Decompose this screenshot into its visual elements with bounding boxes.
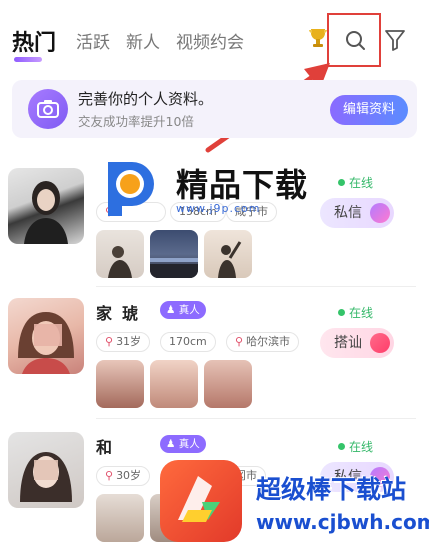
search-icon[interactable] <box>343 28 367 52</box>
user-card[interactable]: 家琥 ♟ 真人 在线 ⚲ 31岁 170cm ⚲ 哈尔滨市 搭讪 <box>0 298 429 430</box>
heart-icon <box>370 333 390 353</box>
gender-icon: ⚲ <box>105 335 114 348</box>
divider <box>96 418 416 419</box>
age-tag: ⚲ 31岁 <box>96 332 151 352</box>
user-name-rest: 琥 <box>122 304 139 323</box>
tab-new[interactable]: 新人 <box>126 28 160 53</box>
user-avatar[interactable] <box>8 432 84 508</box>
user-photo[interactable] <box>150 360 198 408</box>
online-status-label: 在线 <box>349 306 374 320</box>
online-status: 在线 <box>338 304 373 321</box>
tab-hot[interactable]: 热门 <box>12 25 56 57</box>
banner-subtitle: 交友成功率提升10倍 <box>78 114 194 129</box>
person-icon: ♟ <box>166 438 179 450</box>
divider <box>96 286 416 287</box>
watermark-bottom-text: 超级棒下载站 <box>256 475 407 504</box>
user-photo[interactable] <box>96 230 144 278</box>
banner-title: 完善你的个人资料。 <box>78 90 214 108</box>
filter-icon[interactable] <box>384 28 406 52</box>
watermark-bottom-url: www.cjbwh.com <box>256 510 429 534</box>
complete-profile-banner[interactable]: 完善你的个人资料。 交友成功率提升10倍 编辑资料 <box>12 80 417 138</box>
active-tab-indicator <box>14 57 42 62</box>
user-photo[interactable] <box>204 230 252 278</box>
verified-label: 真人 <box>178 304 200 316</box>
watermark-bottom: 超级棒下载站 www.cjbwh.com <box>160 456 429 547</box>
watermark-top-url: www.j9p.com <box>176 202 261 215</box>
online-status: 在线 <box>338 438 373 455</box>
tab-active[interactable]: 活跃 <box>76 28 110 53</box>
verified-badge: ♟ 真人 <box>160 435 206 453</box>
online-dot <box>338 309 345 316</box>
greet-button[interactable]: 搭讪 <box>320 328 394 358</box>
pin-icon: ⚲ <box>235 335 244 348</box>
user-photo[interactable] <box>96 360 144 408</box>
height-tag: 170cm <box>160 332 216 352</box>
user-photo[interactable] <box>150 230 198 278</box>
user-name-first: 家 <box>96 304 113 323</box>
gender-icon: ⚲ <box>105 469 114 482</box>
online-dot <box>338 443 345 450</box>
user-photo[interactable] <box>204 360 252 408</box>
camera-icon <box>28 89 68 129</box>
city-label: 哈尔滨市 <box>246 335 291 348</box>
watermark-top: 精品下载 www.j9p.com <box>100 158 350 216</box>
user-name: 家琥 <box>96 300 138 324</box>
greet-button-label: 搭讪 <box>334 335 362 351</box>
online-status-label: 在线 <box>349 440 374 454</box>
tab-video-date[interactable]: 视频约会 <box>176 28 244 53</box>
edit-profile-button[interactable]: 编辑资料 <box>330 95 408 125</box>
age-tag: ⚲ 30岁 <box>96 466 151 486</box>
user-avatar[interactable] <box>8 168 84 244</box>
verified-label: 真人 <box>178 438 200 450</box>
chat-bubble-icon <box>370 203 390 223</box>
age-label: 31岁 <box>116 335 142 348</box>
watermark-logo <box>160 460 242 542</box>
watermark-top-text: 精品下载 <box>176 166 309 204</box>
online-status-label: 在线 <box>349 176 374 190</box>
age-label: 30岁 <box>116 469 142 482</box>
person-icon: ♟ <box>166 304 179 316</box>
user-photo[interactable] <box>96 494 144 542</box>
user-avatar[interactable] <box>8 298 84 374</box>
watermark-logo <box>108 162 154 216</box>
user-name: 和 <box>96 438 113 457</box>
city-tag: ⚲ 哈尔滨市 <box>226 332 300 352</box>
verified-badge: ♟ 真人 <box>160 301 206 319</box>
